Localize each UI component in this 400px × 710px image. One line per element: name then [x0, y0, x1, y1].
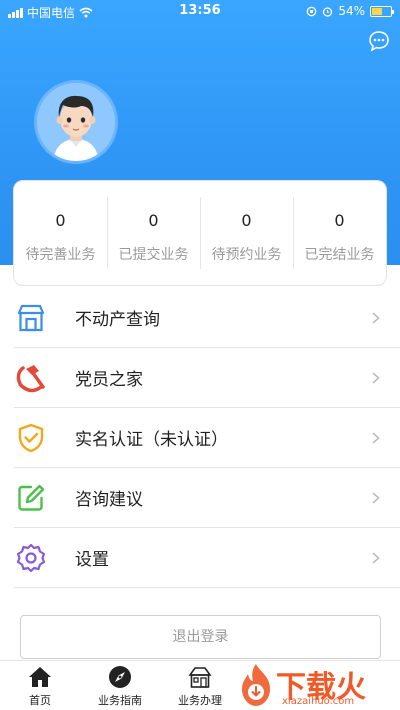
menu-item-label: 咨询建议 [75, 490, 143, 510]
stat-label: 待完善业务 [25, 247, 96, 263]
business-stats-card: 0 待完善业务 0 已提交业务 0 待预约业务 0 已完结业务 [13, 180, 387, 286]
stat-label: 已完结业务 [304, 247, 375, 263]
tab-label: 首页 [29, 694, 51, 707]
stat-pending-completion[interactable]: 0 待完善业务 [14, 181, 107, 285]
orientation-lock-icon [306, 6, 317, 16]
building-icon [188, 667, 212, 688]
hammer-sickle-icon [14, 361, 48, 395]
stat-label: 待预约业务 [211, 247, 282, 263]
status-bar: 中国电信 13:56 54% [0, 0, 400, 22]
menu-item-settings[interactable]: 设置 [14, 528, 400, 588]
menu-item-label: 实名认证（未认证） [75, 430, 228, 450]
tab-label: 业务办理 [178, 694, 222, 707]
battery-icon [370, 5, 394, 17]
compass-icon [109, 666, 131, 688]
stat-value: 0 [334, 211, 345, 230]
stat-pending-appointment[interactable]: 0 待预约业务 [200, 181, 293, 285]
menu-item-label: 设置 [75, 550, 109, 570]
shield-check-icon [14, 421, 48, 455]
tab-label: 业务指南 [98, 694, 142, 707]
alarm-icon [323, 6, 333, 17]
xiazaihuo-watermark: 下载火 xiazaihuo.com [236, 660, 400, 710]
user-avatar[interactable] [34, 80, 118, 164]
gear-icon [14, 541, 48, 575]
avatar-illustration [37, 83, 115, 161]
menu-item-property-query[interactable]: 不动产查询 [14, 288, 400, 348]
chevron-right-icon [372, 311, 380, 324]
logout-button[interactable]: 退出登录 [20, 615, 381, 659]
chevron-right-icon [372, 431, 380, 444]
flame-logo-icon [242, 664, 270, 706]
tab-business-guide[interactable]: 业务指南 [80, 661, 160, 708]
profile-menu-list: 不动产查询 党员之家 实名认证（未认证） 咨询建议 设置 [0, 288, 400, 588]
watermark-url: xiazaihuo.com [282, 696, 355, 707]
chevron-right-icon [372, 551, 380, 564]
tab-home[interactable]: 首页 [0, 661, 80, 708]
chevron-right-icon [372, 371, 380, 384]
home-icon [29, 667, 51, 687]
stat-label: 已提交业务 [118, 247, 189, 263]
chevron-right-icon [372, 491, 380, 504]
menu-item-label: 党员之家 [75, 370, 143, 390]
stat-value: 0 [55, 211, 66, 230]
edit-icon [14, 481, 48, 515]
stat-completed[interactable]: 0 已完结业务 [293, 181, 386, 285]
stat-value: 0 [241, 211, 252, 230]
menu-item-consult-suggest[interactable]: 咨询建议 [14, 468, 400, 528]
tab-business-handling[interactable]: 业务办理 [160, 661, 240, 708]
stat-value: 0 [148, 211, 159, 230]
battery-percent: 54% [338, 4, 365, 18]
menu-item-label: 不动产查询 [75, 310, 160, 330]
house-icon [14, 301, 48, 335]
chat-bubble-icon[interactable] [368, 30, 390, 52]
menu-item-real-name-auth[interactable]: 实名认证（未认证） [14, 408, 400, 468]
menu-item-party-home[interactable]: 党员之家 [14, 348, 400, 408]
stat-submitted[interactable]: 0 已提交业务 [107, 181, 200, 285]
